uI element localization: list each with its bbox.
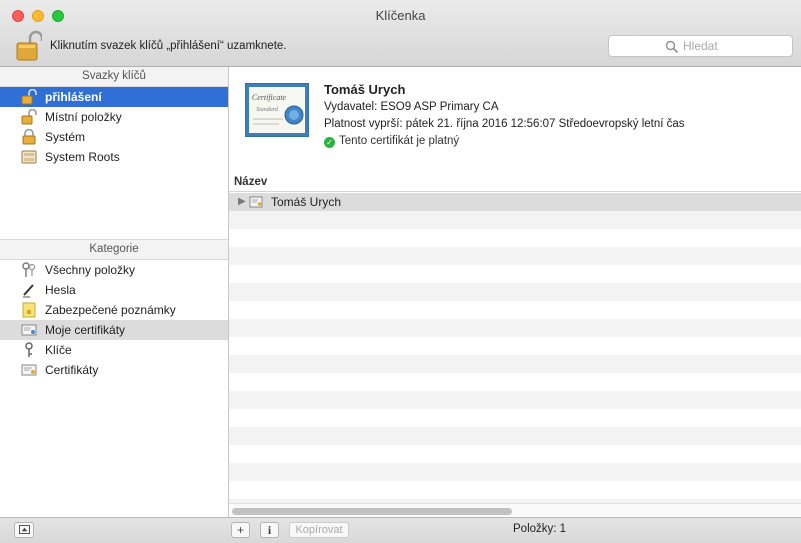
sidebar-item-my-certificates[interactable]: Moje certifikáty	[0, 320, 228, 340]
add-button[interactable]: +	[231, 522, 250, 538]
lock-hint-text: Kliknutím svazek klíčů „přihlášení“ uzam…	[50, 40, 287, 52]
column-header-name[interactable]: Název	[229, 173, 801, 192]
certificate-status: ✓ Tento certifikát je platný	[324, 135, 459, 148]
categories-section: Kategorie Všechny položky Hesla Zabezpeč…	[0, 239, 228, 380]
my-certificate-icon	[21, 324, 37, 336]
sidebar-item-local-items[interactable]: Místní položky	[0, 107, 228, 127]
key-icon	[25, 342, 33, 357]
horizontal-scrollbar[interactable]	[229, 503, 801, 518]
search-input[interactable]: Hledat	[608, 35, 793, 57]
disclosure-triangle-icon[interactable]: ▶	[238, 193, 246, 211]
table-row-name: Tomáš Urych	[271, 195, 342, 209]
sidebar-toggle-icon	[18, 525, 30, 534]
padlock-icon	[22, 129, 36, 145]
search-icon	[665, 40, 679, 54]
info-button[interactable]: i	[260, 522, 279, 538]
sidebar-item-keys[interactable]: Klíče	[0, 340, 228, 360]
certificate-expiry: Platnost vyprší: pátek 21. října 2016 12…	[324, 118, 685, 130]
items-table: ▶ Tomáš Urych	[229, 193, 801, 505]
sidebar-item-certificates[interactable]: Certifikáty	[0, 360, 228, 380]
certificate-issuer: Vydavatel: ESO9 ASP Primary CA	[324, 101, 499, 113]
table-row[interactable]: ▶ Tomáš Urych	[229, 193, 801, 211]
certificate-badge-title: Certificate	[252, 93, 287, 102]
bottom-bar: + i Kopírovat Položky: 1	[0, 517, 801, 543]
unlocked-padlock-icon[interactable]	[16, 30, 42, 62]
pen-icon	[23, 284, 34, 298]
scrollbar-thumb[interactable]	[232, 508, 512, 515]
note-icon	[22, 302, 36, 318]
certificate-badge-icon: Certificate Standard	[245, 83, 309, 137]
toggle-sidebar-button[interactable]	[14, 522, 34, 538]
certificate-detail-panel: Certificate Standard Tomáš Urych Vydavat…	[229, 67, 801, 174]
copy-button[interactable]: Kopírovat	[289, 522, 349, 538]
categories-header: Kategorie	[0, 239, 228, 260]
certificate-icon	[21, 364, 37, 376]
sidebar-item-passwords[interactable]: Hesla	[0, 280, 228, 300]
window-title: Klíčenka	[375, 8, 426, 23]
main-panel: Certificate Standard Tomáš Urych Vydavat…	[229, 67, 801, 518]
sidebar-item-all-items[interactable]: Všechny položky	[0, 260, 228, 280]
title-bar: Klíčenka Kliknutím svazek klíčů „přihláš…	[0, 0, 801, 67]
certificate-status-text: Tento certifikát je platný	[339, 135, 460, 147]
cabinet-icon	[21, 150, 37, 164]
unlocked-padlock-icon	[21, 109, 37, 125]
certificate-name: Tomáš Urych	[324, 82, 406, 97]
certificate-badge-subtitle: Standard	[256, 107, 279, 113]
sidebar: Svazky klíčů přihlášení Místní položky S…	[0, 67, 229, 517]
unlocked-padlock-icon	[21, 89, 37, 105]
search-placeholder: Hledat	[683, 39, 718, 53]
sidebar-item-secure-notes[interactable]: Zabezpečené poznámky	[0, 300, 228, 320]
keys-icon	[22, 262, 36, 277]
sidebar-item-system[interactable]: Systém	[0, 127, 228, 147]
certificate-icon	[249, 196, 263, 208]
keychains-header: Svazky klíčů	[0, 67, 228, 87]
sidebar-item-system-roots[interactable]: System Roots	[0, 147, 228, 167]
checkmark-icon: ✓	[324, 137, 335, 148]
items-count: Položky: 1	[513, 523, 567, 535]
sidebar-item-login[interactable]: přihlášení	[0, 87, 228, 107]
